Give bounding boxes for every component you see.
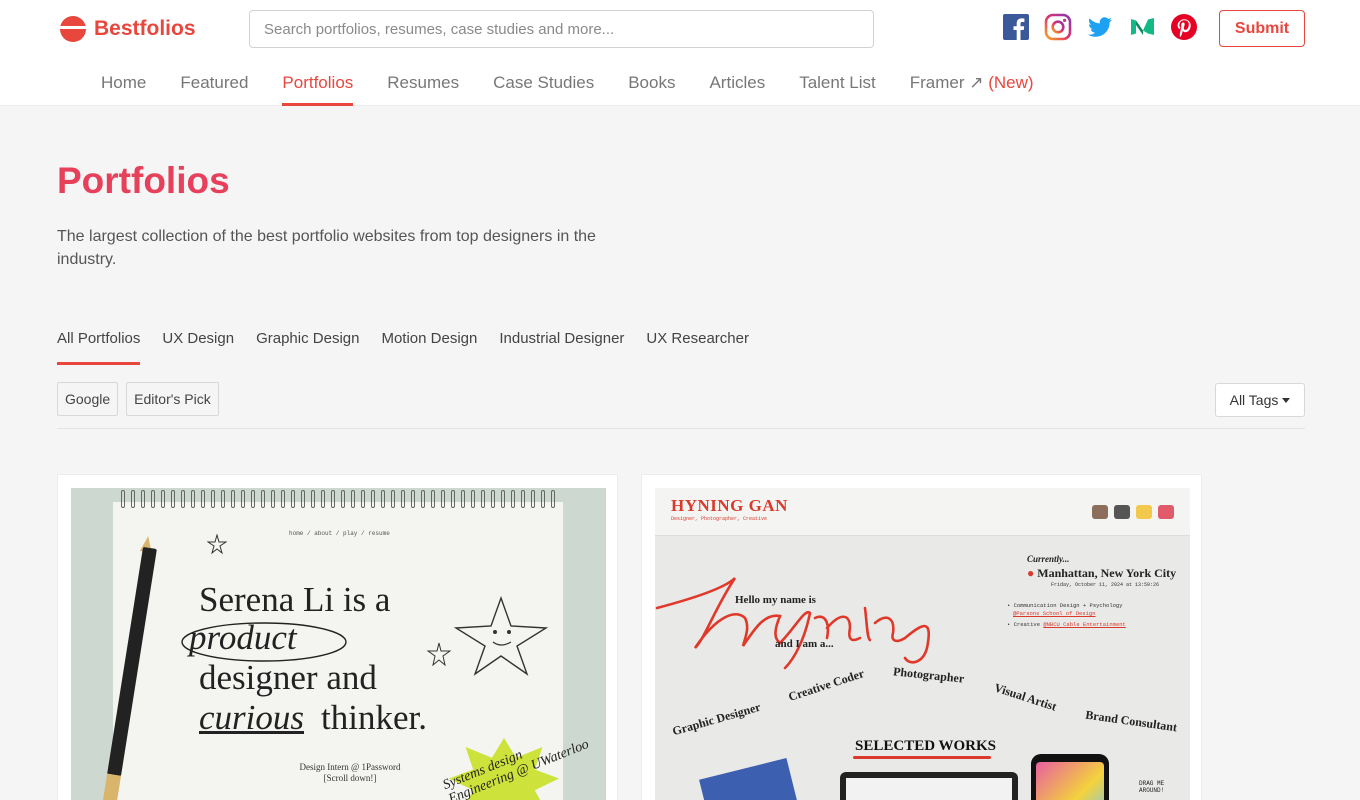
social-links [1002,13,1198,41]
thumb-icons [1092,505,1174,519]
thumb-header: HYNING GAN Designer, Photographer, Creat… [655,488,1190,536]
tab-industrial-designer[interactable]: Industrial Designer [499,327,624,365]
page-description: The largest collection of the best portf… [57,228,596,268]
portfolio-card[interactable]: home / about / play / resume Serena Li i… [57,474,618,800]
info-line-1: • Communication Design + Psychology [1007,602,1123,609]
tab-all-portfolios[interactable]: All Portfolios [57,327,141,365]
nav-item-talent-list[interactable]: Talent List [799,60,876,106]
postcard-image [699,758,801,800]
person-icon [1092,505,1108,519]
phone-screen [1036,762,1104,800]
filter-chips: Google Editor's Pick [57,382,219,416]
currently-label: Currently... [1027,554,1070,564]
divider [57,428,1305,429]
drag-hint: DRAG ME AROUND! [1139,780,1165,794]
headline-line-3: designer and [199,658,377,697]
role-word: Visual Artist [992,680,1059,714]
tab-motion-design[interactable]: Motion Design [381,327,477,365]
all-tags-dropdown[interactable]: All Tags [1215,383,1305,417]
heading-underline [853,756,991,759]
location-pin-icon: ● [1027,566,1035,580]
twitter-icon[interactable] [1086,13,1114,41]
nav-item-framer[interactable]: Framer ↗ (New) [910,60,1034,106]
heart-icon [1158,505,1174,519]
nav-item-portfolios[interactable]: Portfolios [282,60,353,106]
portfolio-thumbnail[interactable]: home / about / play / resume Serena Li i… [71,488,606,800]
nav-item-resumes[interactable]: Resumes [387,60,459,106]
nav-item-articles[interactable]: Articles [709,60,765,106]
spiral-binding [121,490,561,508]
site-header: Bestfolios Submit Home Featured P [0,0,1360,106]
info-line-2-wrap: • Creative @NBCU Cable Entertainment [1007,621,1126,629]
all-tags-label: All Tags [1229,392,1279,408]
role-word: Brand Consultant [1084,707,1178,735]
tab-graphic-design[interactable]: Graphic Design [256,327,359,365]
designer-subtitle: Designer, Photographer, Creative [671,516,768,522]
info-line-2b: @NBCU Cable Entertainment [1043,621,1126,628]
headline-line-4a: curious [199,698,304,737]
nav-item-case-studies[interactable]: Case Studies [493,60,594,106]
page-title: Portfolios [57,160,230,201]
portfolio-thumbnail[interactable]: HYNING GAN Designer, Photographer, Creat… [655,488,1190,800]
tab-ux-design[interactable]: UX Design [162,327,234,365]
category-tabs: All Portfolios UX Design Graphic Design … [57,327,749,365]
laptop-screen [846,778,1012,800]
star-doodle-icon [453,596,549,676]
instagram-icon[interactable] [1044,13,1072,41]
caret-down-icon [1282,397,1291,403]
iam-text: and I am a... [775,638,834,650]
main-nav: Home Featured Portfolios Resumes Case St… [101,60,1034,106]
info-line-1b: @Parsons School of Design [1013,610,1096,617]
new-badge: (New) [988,73,1034,92]
small-star-icon [207,534,227,554]
city-label: ● Manhattan, New York City [1027,566,1176,581]
nav-item-home[interactable]: Home [101,60,146,106]
selected-works-heading: SELECTED WORKS [855,738,997,754]
headline-line-1: Serena Li is a [199,580,391,619]
hello-text: Hello my name is [735,594,816,606]
tab-ux-researcher[interactable]: UX Researcher [646,327,749,365]
portfolio-card[interactable]: HYNING GAN Designer, Photographer, Creat… [641,474,1202,800]
brand-logo[interactable]: Bestfolios [60,16,196,42]
city-text: Manhattan, New York City [1037,566,1177,580]
headline-line-4b: thinker. [321,698,427,737]
scroll-text: [Scroll down!] [323,773,377,783]
search-input[interactable] [249,10,874,48]
nav-item-featured[interactable]: Featured [180,60,248,106]
framer-label: Framer ↗ [909,73,984,92]
thumb-nav: home / about / play / resume [289,530,390,537]
designer-name: HYNING GAN [671,496,788,515]
logo-mark-icon [60,16,86,42]
submit-button[interactable]: Submit [1219,10,1305,47]
chip-google[interactable]: Google [57,382,119,416]
role-text: Design Intern @ 1Password [299,762,401,772]
role-word: Graphic Designer [670,699,763,739]
info-line-2: • Creative [1007,621,1041,628]
small-star-icon [427,642,451,666]
nav-item-books[interactable]: Books [628,60,675,106]
medium-icon[interactable] [1128,13,1156,41]
star-icon [1136,505,1152,519]
facebook-icon[interactable] [1002,13,1030,41]
chip-editors-pick[interactable]: Editor's Pick [126,382,219,416]
camera-icon [1114,505,1130,519]
info-list: • Communication Design + Psychology @Par… [1007,602,1126,629]
pinterest-icon[interactable] [1170,13,1198,41]
date-text: Friday, October 11, 2024 at 13:59:26 [1051,582,1160,588]
brand-name: Bestfolios [94,17,196,40]
